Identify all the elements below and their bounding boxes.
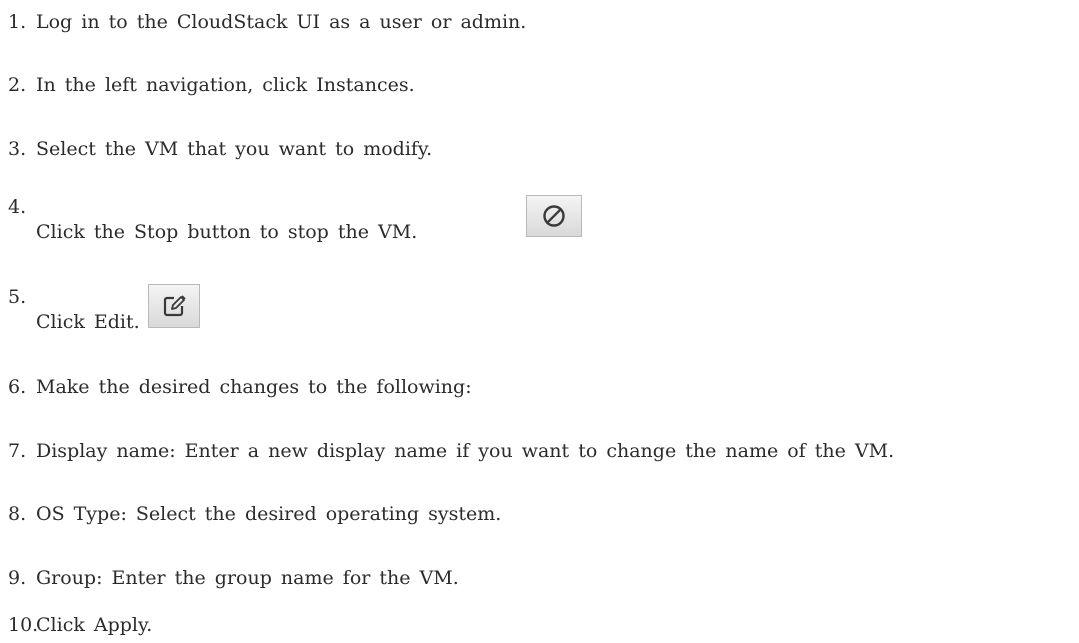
step-text: Click the Stop button to stop the VM.: [36, 221, 418, 243]
step-text: Click Apply.: [36, 614, 153, 636]
step-10: 10.Click Apply.: [8, 614, 152, 636]
step-number: 8.: [8, 503, 27, 525]
step-6: 6. Make the desired changes to the follow…: [8, 376, 472, 398]
step-number: 6.: [8, 376, 27, 398]
step-text: Display name: Enter a new display name i…: [36, 440, 895, 462]
step-number: 1.: [8, 11, 27, 33]
step-7: 7. Display name: Enter a new display name…: [8, 440, 894, 462]
step-text: Click Edit.: [36, 311, 140, 333]
stop-icon: [543, 205, 565, 227]
step-number: 4.: [8, 196, 27, 218]
step-number: 5.: [8, 286, 27, 308]
step-number: 10.: [8, 614, 39, 636]
step-9: 9. Group: Enter the group name for the VM…: [8, 567, 459, 589]
step-3: 3. Select the VM that you want to modify.: [8, 138, 432, 160]
step-number: 9.: [8, 567, 27, 589]
step-number: 2.: [8, 74, 27, 96]
step-text: Log in to the CloudStack UI as a user or…: [36, 11, 527, 33]
step-text: Make the desired changes to the followin…: [36, 376, 472, 398]
edit-icon: [163, 295, 186, 317]
step-text: In the left navigation, click Instances.: [36, 74, 415, 96]
step-number: 3.: [8, 138, 27, 160]
step-2: 2. In the left navigation, click Instance…: [8, 74, 415, 96]
edit-button: [148, 284, 200, 328]
step-1: 1. Log in to the CloudStack UI as a user …: [8, 11, 526, 33]
step-text: Group: Enter the group name for the VM.: [36, 567, 459, 589]
step-text: OS Type: Select the desired operating sy…: [36, 503, 502, 525]
step-number: 7.: [8, 440, 27, 462]
step-text: Select the VM that you want to modify.: [36, 138, 433, 160]
step-8: 8. OS Type: Select the desired operating …: [8, 503, 501, 525]
stop-button: [526, 195, 582, 237]
